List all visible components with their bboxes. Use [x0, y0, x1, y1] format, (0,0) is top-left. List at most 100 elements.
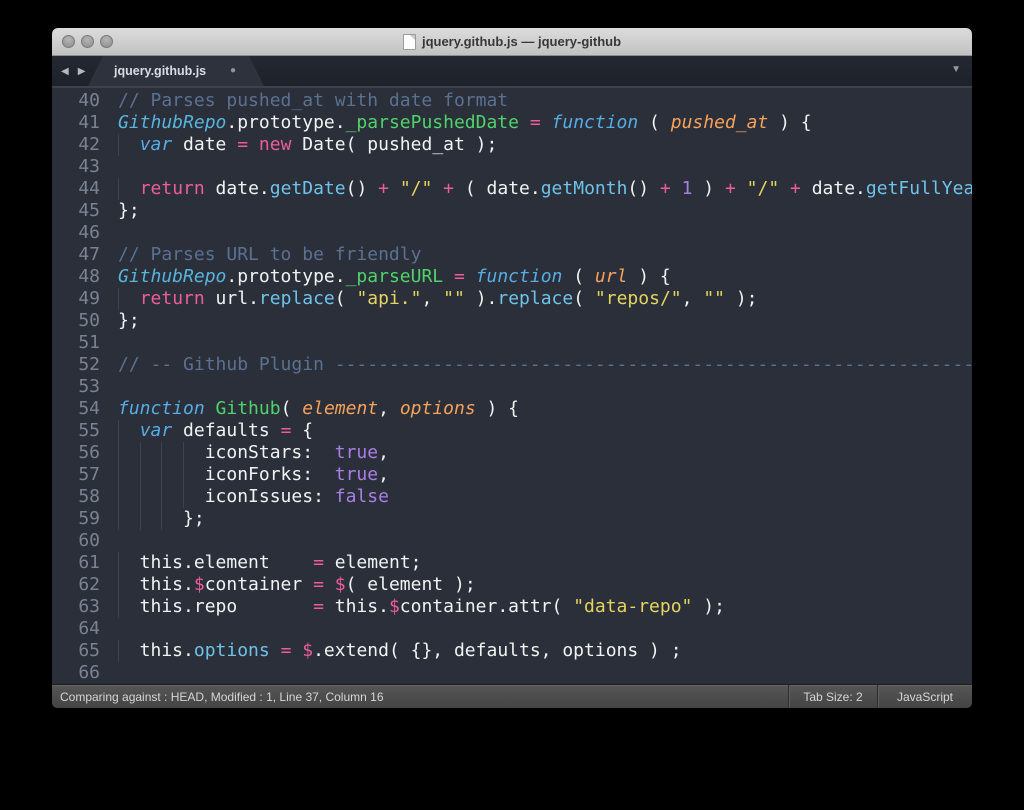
code-line: 54function Github( element, options ) { — [52, 398, 972, 420]
line-number: 58 — [52, 486, 100, 508]
indent-guide — [161, 442, 162, 464]
code-line: 41GithubRepo.prototype._parsePushedDate … — [52, 112, 972, 134]
code-text: // Parses pushed_at with date format — [100, 90, 972, 112]
indent-guide — [118, 486, 119, 508]
code-line: 42 var date = new Date( pushed_at ); — [52, 134, 972, 156]
code-line: 50}; — [52, 310, 972, 332]
code-text: }; — [100, 310, 972, 332]
indent-guide — [183, 464, 184, 486]
line-number: 42 — [52, 134, 100, 156]
line-number: 64 — [52, 618, 100, 640]
code-line: 63 this.repo = this.$container.attr( "da… — [52, 596, 972, 618]
line-number: 44 — [52, 178, 100, 200]
line-number: 40 — [52, 90, 100, 112]
code-text: GithubRepo.prototype._parsePushedDate = … — [100, 112, 972, 134]
indent-guide — [118, 442, 119, 464]
indent-guide — [118, 178, 119, 200]
code-editor[interactable]: 40// Parses pushed_at with date format41… — [52, 88, 972, 684]
line-number: 59 — [52, 508, 100, 530]
code-text: var defaults = { — [100, 420, 972, 442]
code-line: 64 — [52, 618, 972, 640]
code-text: }; — [100, 200, 972, 222]
indent-guide — [161, 508, 162, 530]
line-number: 49 — [52, 288, 100, 310]
modified-dot-icon[interactable]: ● — [230, 66, 236, 76]
code-text: iconStars: true, — [100, 442, 972, 464]
tab-bar: ◀ ▶ jquery.github.js ● ▼ — [52, 56, 972, 88]
indent-guide — [118, 134, 119, 156]
line-number: 54 — [52, 398, 100, 420]
code-text: return date.getDate() + "/" + ( date.get… — [100, 178, 972, 200]
forward-icon[interactable]: ▶ — [78, 66, 86, 77]
indent-guide — [118, 288, 119, 310]
indent-guide — [183, 442, 184, 464]
code-text: this.$container = $( element ); — [100, 574, 972, 596]
tab-jquery-github-js[interactable]: jquery.github.js ● — [88, 56, 264, 86]
close-button[interactable] — [62, 35, 75, 48]
code-text — [100, 618, 972, 640]
code-line: 60 — [52, 530, 972, 552]
code-text: this.element = element; — [100, 552, 972, 574]
indent-guide — [140, 486, 141, 508]
code-text: iconForks: true, — [100, 464, 972, 486]
line-number: 47 — [52, 244, 100, 266]
code-line: 45}; — [52, 200, 972, 222]
line-number: 57 — [52, 464, 100, 486]
code-line: 58 iconIssues: false — [52, 486, 972, 508]
code-line: 43 — [52, 156, 972, 178]
indent-guide — [140, 442, 141, 464]
minimize-button[interactable] — [81, 35, 94, 48]
indent-guide — [118, 420, 119, 442]
sublime-text-window: jquery.github.js — jquery-github ◀ ▶ jqu… — [52, 28, 972, 708]
code-line: 49 return url.replace( "api.", "" ).repl… — [52, 288, 972, 310]
titlebar[interactable]: jquery.github.js — jquery-github — [52, 28, 972, 56]
indent-guide — [118, 574, 119, 596]
indent-guide — [161, 486, 162, 508]
code-text: return url.replace( "api.", "" ).replace… — [100, 288, 972, 310]
tab-overflow-icon[interactable]: ▼ — [951, 64, 961, 75]
indent-guide — [140, 508, 141, 530]
line-number: 52 — [52, 354, 100, 376]
line-number: 53 — [52, 376, 100, 398]
code-line: 65 this.options = $.extend( {}, defaults… — [52, 640, 972, 662]
code-text: this.repo = this.$container.attr( "data-… — [100, 596, 972, 618]
code-line: 57 iconForks: true, — [52, 464, 972, 486]
code-text: this.options = $.extend( {}, defaults, o… — [100, 640, 972, 662]
line-number: 45 — [52, 200, 100, 222]
tab-nav-arrows: ◀ ▶ — [61, 56, 85, 86]
code-text — [100, 530, 972, 552]
line-number: 55 — [52, 420, 100, 442]
line-number: 51 — [52, 332, 100, 354]
tab-size-indicator[interactable]: Tab Size: 2 — [788, 685, 877, 708]
code-line: 48GithubRepo.prototype._parseURL = funct… — [52, 266, 972, 288]
line-number: 66 — [52, 662, 100, 684]
line-number: 63 — [52, 596, 100, 618]
code-line: 55 var defaults = { — [52, 420, 972, 442]
code-text: iconIssues: false — [100, 486, 972, 508]
zoom-button[interactable] — [100, 35, 113, 48]
code-text — [100, 222, 972, 244]
code-line: 40// Parses pushed_at with date format — [52, 90, 972, 112]
document-icon — [403, 34, 416, 50]
code-text: GithubRepo.prototype._parseURL = functio… — [100, 266, 972, 288]
code-line: 62 this.$container = $( element ); — [52, 574, 972, 596]
status-bar: Comparing against : HEAD, Modified : 1, … — [52, 684, 972, 708]
back-icon[interactable]: ◀ — [61, 66, 69, 77]
indent-guide — [118, 464, 119, 486]
indent-guide — [140, 464, 141, 486]
indent-guide — [183, 486, 184, 508]
line-number: 65 — [52, 640, 100, 662]
code-line: 61 this.element = element; — [52, 552, 972, 574]
tab-label: jquery.github.js — [88, 64, 206, 78]
code-text — [100, 376, 972, 398]
code-text — [100, 156, 972, 178]
indent-guide — [118, 552, 119, 574]
code-text: var date = new Date( pushed_at ); — [100, 134, 972, 156]
language-indicator[interactable]: JavaScript — [877, 685, 972, 708]
line-number: 56 — [52, 442, 100, 464]
line-number: 41 — [52, 112, 100, 134]
window-title: jquery.github.js — jquery-github — [422, 34, 621, 49]
code-line: 51 — [52, 332, 972, 354]
line-number: 46 — [52, 222, 100, 244]
line-number: 48 — [52, 266, 100, 288]
